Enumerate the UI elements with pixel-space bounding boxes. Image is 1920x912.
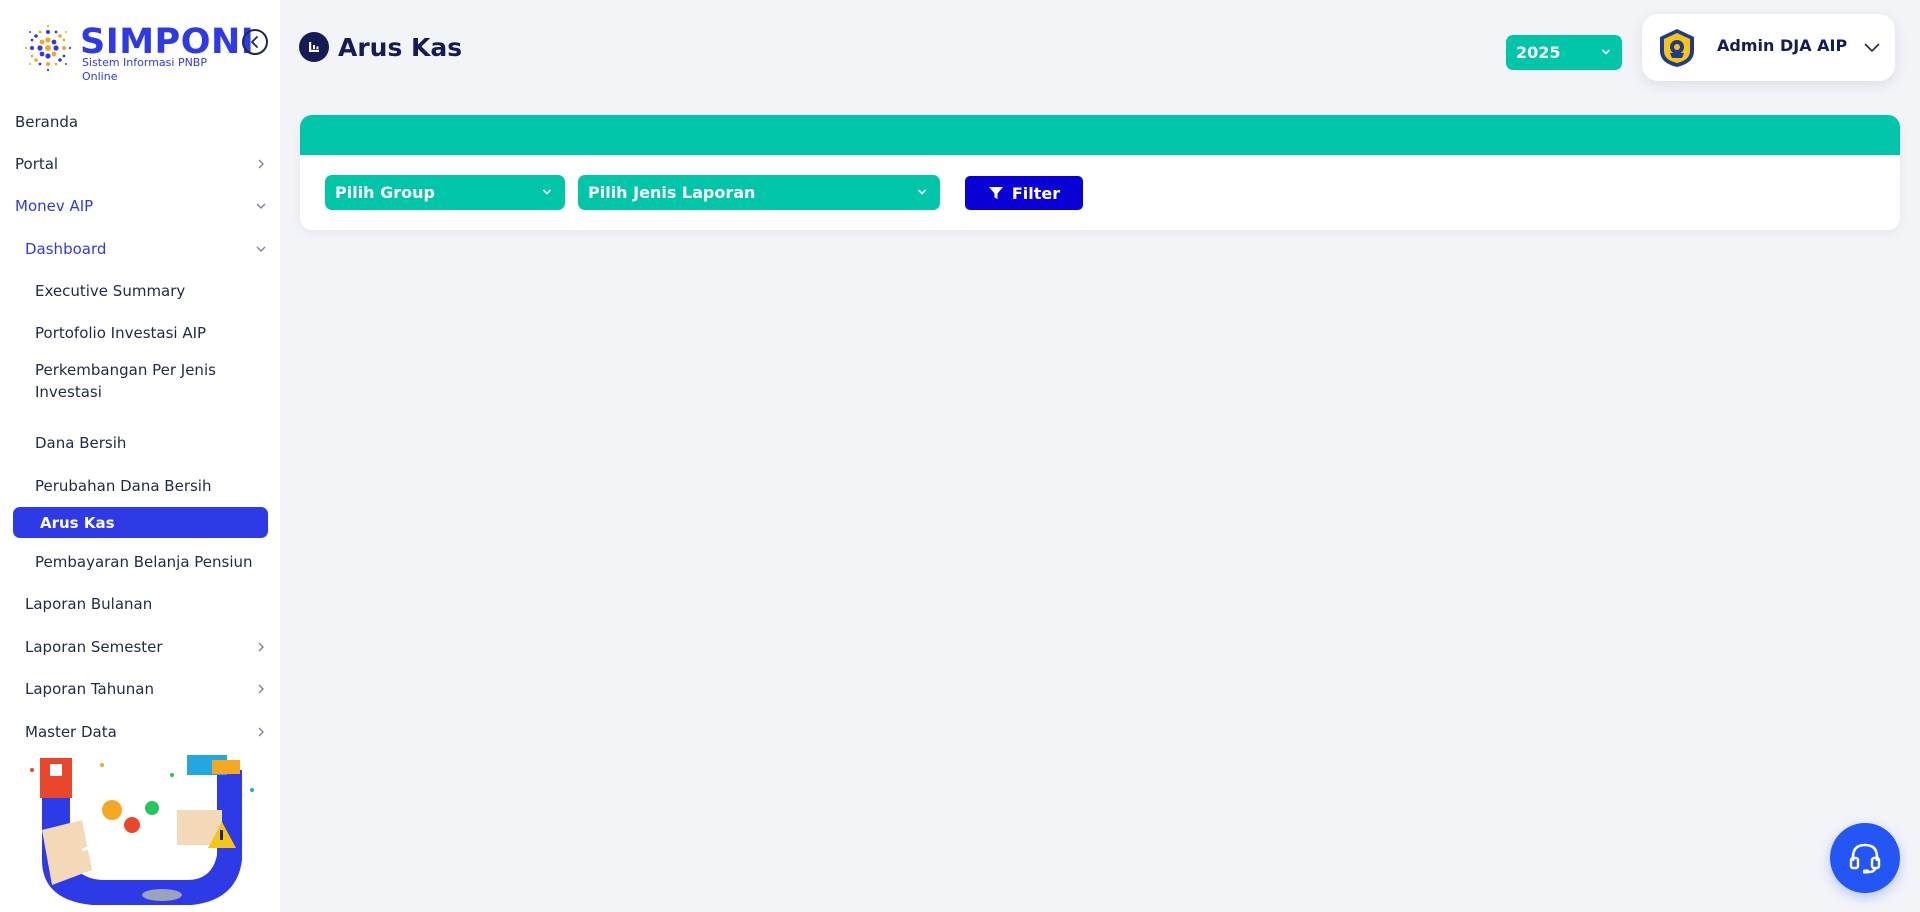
chevron-right-icon bbox=[258, 684, 264, 694]
user-name: Admin DJA AIP bbox=[1717, 36, 1848, 55]
sidebar-item-pembayaran-belanja-pensiun[interactable]: Pembayaran Belanja Pensiun bbox=[0, 542, 280, 582]
sidebar-item-label: Perubahan Dana Bersih bbox=[35, 477, 212, 495]
sidebar-item-arus-kas[interactable]: Arus Kas bbox=[13, 507, 268, 538]
user-menu[interactable]: Admin DJA AIP bbox=[1642, 14, 1895, 81]
collapse-sidebar-button[interactable] bbox=[242, 29, 268, 55]
chevron-right-icon bbox=[258, 159, 264, 169]
app-subtitle: Sistem Informasi PNBP Online bbox=[82, 56, 207, 83]
report-type-select-placeholder: Pilih Jenis Laporan bbox=[588, 183, 756, 202]
sidebar-item-laporan-bulanan[interactable]: Laporan Bulanan bbox=[0, 584, 280, 624]
sidebar-item-monev-aip[interactable]: Monev AIP bbox=[0, 186, 280, 226]
simponi-logo-icon bbox=[24, 24, 72, 72]
sidebar-item-label: Dana Bersih bbox=[35, 434, 127, 452]
sidebar-item-executive-summary[interactable]: Executive Summary bbox=[0, 271, 280, 311]
chevron-down-icon bbox=[256, 203, 266, 209]
page-header: Arus Kas bbox=[299, 31, 462, 63]
sidebar-item-label: Portal bbox=[15, 155, 59, 173]
chevron-right-icon bbox=[258, 727, 264, 737]
chevron-right-icon bbox=[258, 642, 264, 652]
report-type-select[interactable]: Pilih Jenis Laporan bbox=[578, 175, 940, 210]
sidebar-item-label: Dashboard bbox=[25, 240, 107, 258]
chevron-down-icon bbox=[256, 246, 266, 252]
sidebar-item-label: Executive Summary bbox=[35, 282, 186, 300]
sidebar-item-perkembangan-per-jenis[interactable]: Perkembangan Per Jenis Investasi bbox=[0, 355, 280, 401]
kemenkeu-emblem-icon bbox=[1660, 29, 1694, 67]
year-select-value: 2025 bbox=[1516, 43, 1561, 62]
filter-icon bbox=[988, 187, 1003, 199]
sidebar-item-label: Laporan Tahunan bbox=[25, 680, 154, 698]
sidebar-item-label: Master Data bbox=[25, 723, 117, 741]
filter-button-label: Filter bbox=[1011, 183, 1061, 203]
group-select-placeholder: Pilih Group bbox=[335, 183, 435, 202]
sidebar-item-master-data[interactable]: Master Data bbox=[0, 712, 280, 752]
sidebar-item-label: Portofolio Investasi AIP bbox=[35, 324, 207, 342]
sidebar-item-portofolio-investasi[interactable]: Portofolio Investasi AIP bbox=[0, 313, 280, 353]
sidebar-illustration bbox=[30, 755, 254, 905]
sidebar-item-label: Beranda bbox=[15, 113, 79, 131]
sidebar-item-laporan-tahunan[interactable]: Laporan Tahunan bbox=[0, 669, 280, 709]
chevron-down-icon bbox=[1864, 43, 1880, 53]
filter-button[interactable]: Filter bbox=[965, 176, 1083, 210]
sidebar-item-dana-bersih[interactable]: Dana Bersih bbox=[0, 423, 280, 463]
group-select[interactable]: Pilih Group bbox=[325, 175, 565, 210]
sidebar-item-dashboard[interactable]: Dashboard bbox=[0, 229, 280, 269]
sidebar-item-perubahan-dana-bersih[interactable]: Perubahan Dana Bersih bbox=[0, 466, 280, 506]
support-button[interactable] bbox=[1830, 823, 1900, 893]
sidebar-item-label-line2: Investasi bbox=[35, 383, 102, 401]
year-select[interactable]: 2025 bbox=[1506, 35, 1622, 70]
chevron-left-icon bbox=[251, 36, 258, 48]
page-title: Arus Kas bbox=[338, 32, 463, 62]
sidebar: SIMPONI Sistem Informasi PNBP Online Ber… bbox=[0, 0, 280, 912]
sidebar-item-label: Laporan Bulanan bbox=[25, 595, 153, 613]
sidebar-item-label: Arus Kas bbox=[40, 513, 115, 532]
sidebar-item-label: Pembayaran Belanja Pensiun bbox=[35, 553, 253, 571]
chevron-down-icon bbox=[917, 189, 927, 195]
chevron-down-icon bbox=[1601, 49, 1611, 55]
sidebar-item-portal[interactable]: Portal bbox=[0, 144, 280, 184]
sidebar-item-label: Perkembangan Per Jenis bbox=[35, 361, 216, 379]
sidebar-item-beranda[interactable]: Beranda bbox=[0, 102, 280, 142]
chart-icon bbox=[299, 32, 329, 62]
sidebar-item-label: Laporan Semester bbox=[25, 638, 163, 656]
filter-card-header bbox=[300, 115, 1900, 155]
sidebar-item-laporan-semester[interactable]: Laporan Semester bbox=[0, 627, 280, 667]
headset-icon bbox=[1849, 843, 1881, 874]
chevron-down-icon bbox=[542, 189, 552, 195]
sidebar-item-label: Monev AIP bbox=[15, 197, 94, 215]
app-logo[interactable]: SIMPONI Sistem Informasi PNBP Online bbox=[18, 18, 254, 83]
filter-card: Pilih Group Pilih Jenis Laporan Filter bbox=[300, 115, 1900, 230]
